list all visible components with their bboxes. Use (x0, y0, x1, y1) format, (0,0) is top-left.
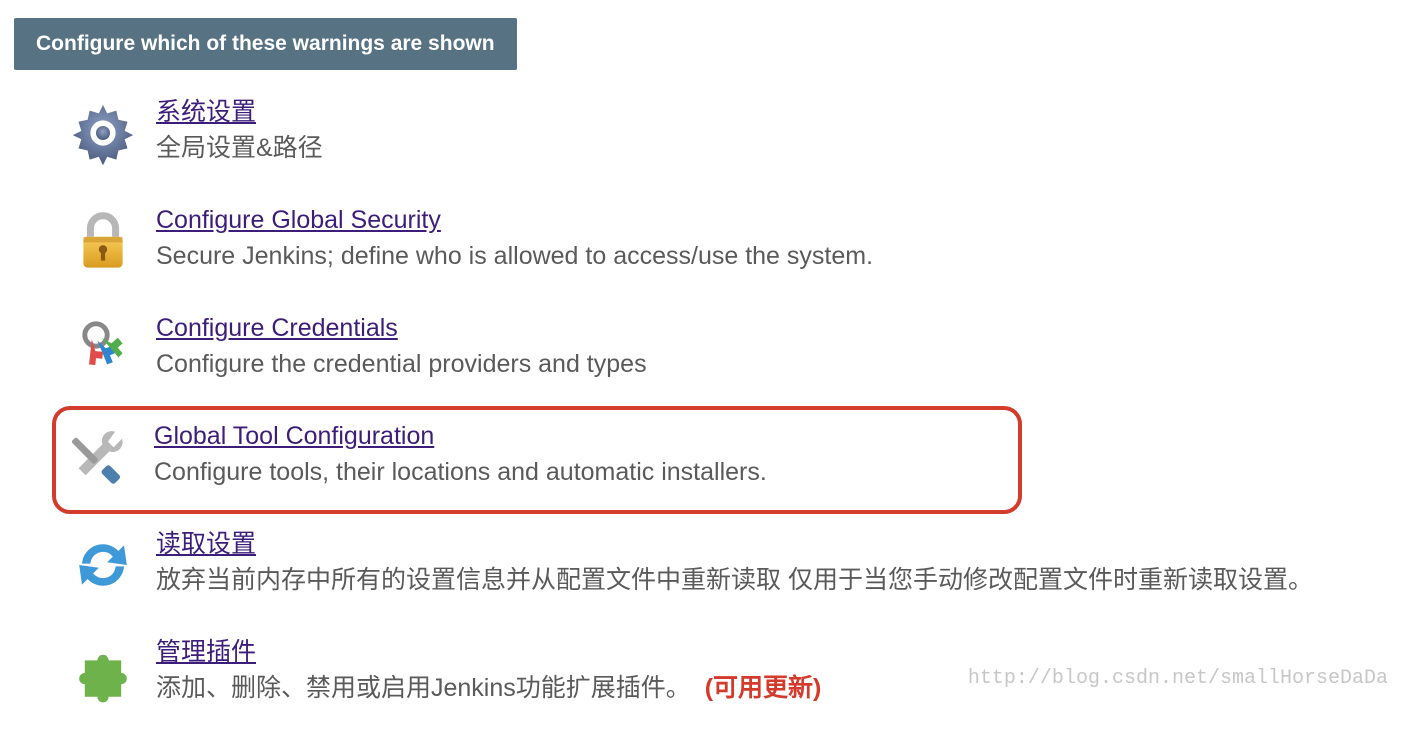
menu-item-configure-credentials[interactable]: Configure Credentials Configure the cred… (58, 298, 1392, 406)
gear-icon (64, 94, 142, 172)
menu-item-system-config[interactable]: 系统设置 全局设置&路径 (58, 82, 1392, 190)
menu-item-title[interactable]: Configure Credentials (156, 314, 398, 342)
puzzle-piece-icon (64, 634, 142, 712)
menu-list: 系统设置 全局设置&路径 Configure Global Security S… (14, 82, 1392, 730)
menu-item-title[interactable]: 读取设置 (156, 530, 256, 558)
menu-item-title[interactable]: Global Tool Configuration (154, 422, 434, 450)
menu-item-desc: Secure Jenkins; define who is allowed to… (156, 238, 1386, 274)
menu-item-desc: 添加、删除、禁用或启用Jenkins功能扩展插件。 (可用更新) (156, 670, 1386, 706)
lock-icon (64, 202, 142, 280)
update-available-badge: (可用更新) (705, 674, 822, 702)
menu-item-desc: 放弃当前内存中所有的设置信息并从配置文件中重新读取 仅用于当您手动修改配置文件时… (156, 562, 1386, 598)
warnings-banner[interactable]: Configure which of these warnings are sh… (14, 18, 517, 70)
menu-item-title[interactable]: 系统设置 (156, 98, 256, 126)
menu-item-global-tool-configuration[interactable]: Global Tool Configuration Configure tool… (52, 406, 1022, 514)
reload-arrows-icon (64, 526, 142, 604)
keys-icon (64, 310, 142, 388)
menu-item-desc-text: 添加、删除、禁用或启用Jenkins功能扩展插件。 (156, 674, 691, 702)
menu-item-desc: 全局设置&路径 (156, 130, 1386, 166)
menu-item-title[interactable]: 管理插件 (156, 638, 256, 666)
wrench-screwdriver-icon (62, 418, 140, 496)
menu-item-title[interactable]: Configure Global Security (156, 206, 441, 234)
menu-item-desc: Configure tools, their locations and aut… (154, 454, 1012, 490)
menu-item-global-security[interactable]: Configure Global Security Secure Jenkins… (58, 190, 1392, 298)
menu-item-desc: Configure the credential providers and t… (156, 346, 1386, 382)
menu-item-reload-config[interactable]: 读取设置 放弃当前内存中所有的设置信息并从配置文件中重新读取 仅用于当您手动修改… (58, 514, 1392, 622)
menu-item-manage-plugins[interactable]: 管理插件 添加、删除、禁用或启用Jenkins功能扩展插件。 (可用更新) (58, 622, 1392, 730)
